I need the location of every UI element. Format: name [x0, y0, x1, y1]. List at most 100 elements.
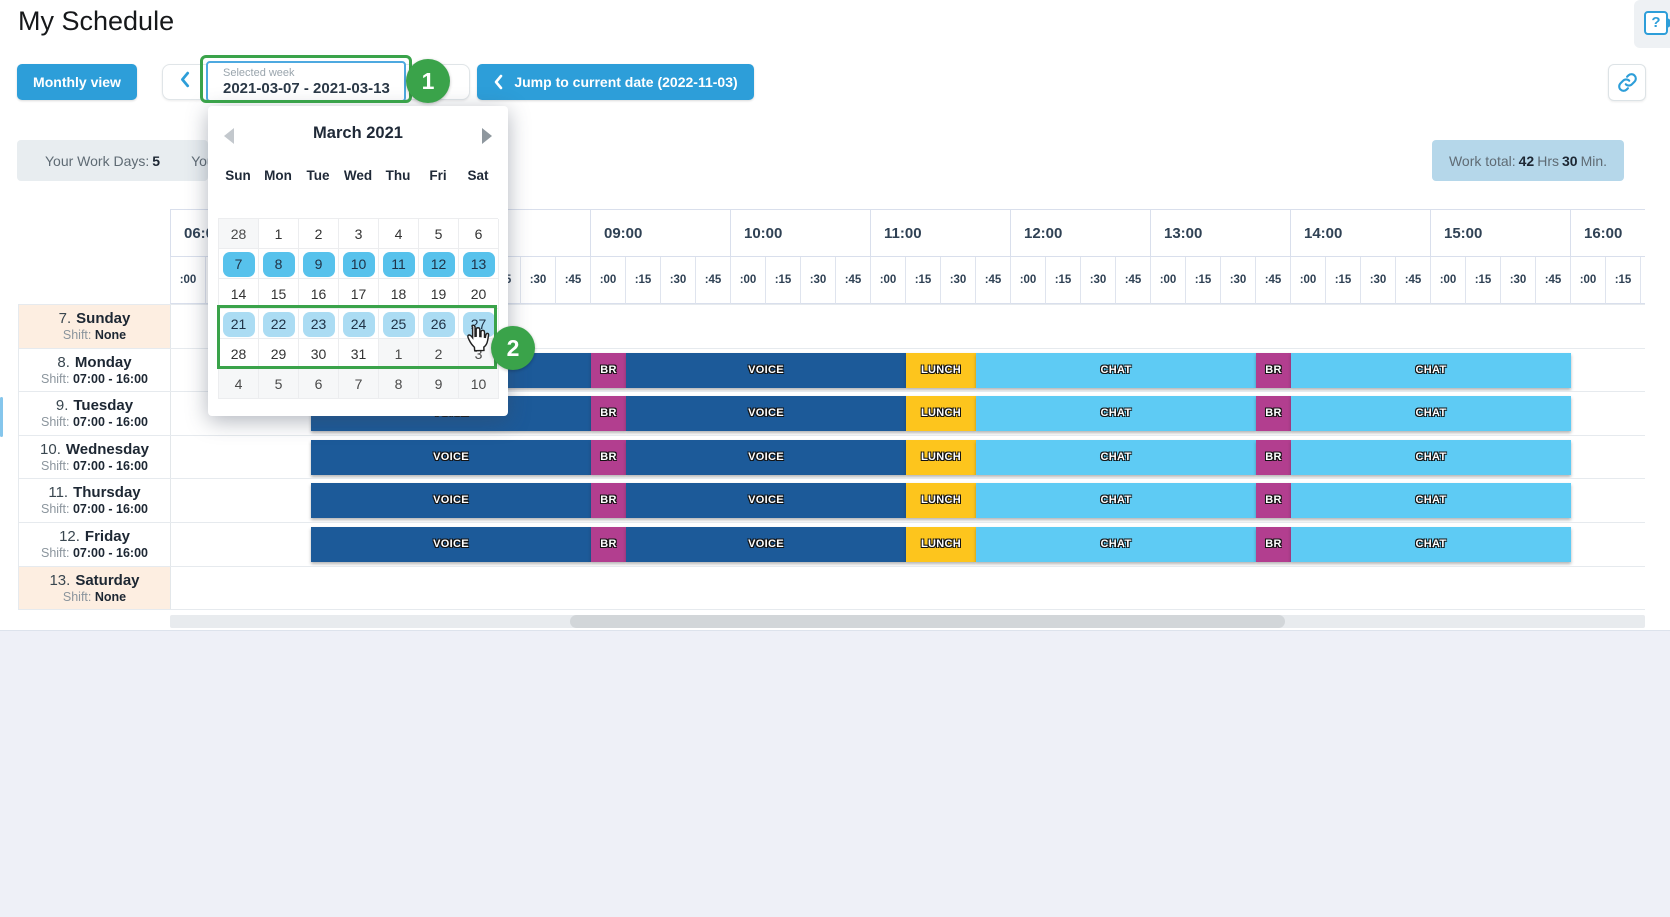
timeline-tick-cell: :00 — [1290, 257, 1325, 304]
row-day-number: 12. — [59, 528, 80, 545]
calendar-day[interactable]: 5 — [419, 219, 459, 249]
schedule-row-thursday: 11.ThursdayShift: 07:00 - 16:00VOICEBRVO… — [19, 479, 1645, 523]
calendar-day-selected: 7 — [223, 252, 255, 277]
timeline-hour-cell: 13:00 — [1150, 209, 1290, 257]
row-day-name: 7.Sunday — [19, 310, 170, 327]
row-day-number: 11. — [48, 484, 68, 501]
calendar-day[interactable]: 7 — [339, 369, 379, 399]
shift-segment-voice: VOICE — [626, 483, 906, 518]
row-day-number: 7. — [59, 310, 72, 327]
row-day-name: 13.Saturday — [19, 572, 170, 589]
calendar-day[interactable]: 13 — [459, 249, 499, 279]
calendar-day[interactable]: 28 — [219, 219, 259, 249]
row-label-thursday: 11.ThursdayShift: 07:00 - 16:00 — [19, 479, 171, 522]
calendar-day[interactable]: 8 — [259, 249, 299, 279]
row-day-label: Sunday — [76, 310, 130, 327]
calendar-day-selected: 12 — [423, 252, 455, 277]
calendar-day[interactable]: 2 — [299, 219, 339, 249]
timeline-tick-cell: :00 — [730, 257, 765, 304]
timeline-tick-cell: :15 — [625, 257, 660, 304]
shift-segment-voice: VOICE — [626, 440, 906, 475]
timeline-tick-cell: :00 — [590, 257, 625, 304]
page-background-area — [0, 630, 1670, 917]
copy-link-button[interactable] — [1608, 64, 1646, 101]
row-timeline-friday: VOICEBRVOICELUNCHCHATBRCHAT — [171, 523, 1646, 566]
timeline-tick-cell: :45 — [1255, 257, 1290, 304]
timeline-tick-cell: :15 — [765, 257, 800, 304]
row-day-name: 11.Thursday — [19, 484, 170, 501]
row-label-friday: 12.FridayShift: 07:00 - 16:00 — [19, 523, 171, 566]
row-shift-value: None — [95, 328, 126, 342]
shift-segment-chat: CHAT — [976, 483, 1256, 518]
calendar-dayname-wed: Wed — [338, 162, 378, 190]
shift-segment-chat: CHAT — [1291, 483, 1571, 518]
work-total-pill: Work total: 42 Hrs 30 Min. — [1432, 140, 1624, 181]
calendar-day[interactable]: 5 — [259, 369, 299, 399]
calendar-day[interactable]: 9 — [299, 249, 339, 279]
calendar-day[interactable]: 10 — [339, 249, 379, 279]
shift-segment-chat: CHAT — [1291, 396, 1571, 431]
help-button[interactable]: ? — [1634, 0, 1670, 48]
calendar-week-row: 28123456 — [219, 219, 498, 249]
calendar-day[interactable]: 4 — [379, 219, 419, 249]
row-label-monday: 8.MondayShift: 07:00 - 16:00 — [19, 349, 171, 392]
previous-week-button[interactable] — [164, 64, 204, 100]
page-title: My Schedule — [18, 6, 174, 37]
calendar-day[interactable]: 7 — [219, 249, 259, 279]
calendar-day[interactable]: 8 — [379, 369, 419, 399]
row-timeline-wednesday: VOICEBRVOICELUNCHCHATBRCHAT — [171, 436, 1646, 479]
calendar-day[interactable]: 9 — [419, 369, 459, 399]
timeline-tick-cell: :15 — [905, 257, 940, 304]
calendar-day[interactable]: 3 — [339, 219, 379, 249]
shift-segment-br: BR — [1256, 353, 1291, 388]
timeline-tick-cell: :30 — [1360, 257, 1395, 304]
shift-segment-lunch: LUNCH — [906, 396, 976, 431]
horizontal-scrollbar-thumb[interactable] — [570, 615, 1285, 628]
calendar-day[interactable]: 1 — [259, 219, 299, 249]
row-day-name: 8. Monday — [19, 354, 170, 371]
row-label-saturday: 13.SaturdayShift: None — [19, 567, 171, 610]
timeline-tick-cell: :30 — [940, 257, 975, 304]
horizontal-scrollbar-track[interactable] — [170, 615, 1645, 628]
row-day-label: Monday — [75, 354, 132, 371]
shift-segment-voice: VOICE — [626, 396, 906, 431]
row-shift-value: None — [95, 590, 126, 604]
calendar-day[interactable]: 10 — [459, 369, 499, 399]
vertical-scrollbar-thumb[interactable] — [0, 397, 3, 437]
timeline-tick-cell: :15 — [1605, 257, 1640, 304]
timeline-tick-cell: :45 — [975, 257, 1010, 304]
timeline-hour-cell: 12:00 — [1010, 209, 1150, 257]
timeline-hour-cell: 09:00 — [590, 209, 730, 257]
calendar-day-selected: 13 — [463, 252, 495, 277]
calendar-day-selected: 9 — [303, 252, 335, 277]
timeline-hour-cell: 16:00 — [1570, 209, 1645, 257]
calendar-day[interactable]: 6 — [459, 219, 499, 249]
row-day-name: 12.Friday — [19, 528, 170, 545]
shift-segment-chat: CHAT — [976, 396, 1256, 431]
row-shift-value: 07:00 - 16:00 — [73, 459, 148, 473]
calendar-next-month-icon[interactable] — [482, 128, 492, 144]
shift-segment-chat: CHAT — [1291, 527, 1571, 562]
calendar-month-title: March 2021 — [208, 124, 508, 143]
calendar-day[interactable]: 11 — [379, 249, 419, 279]
help-icon: ? — [1644, 11, 1668, 35]
calendar-day[interactable]: 6 — [299, 369, 339, 399]
timeline-tick-cell: :00 — [870, 257, 905, 304]
row-shift-info: Shift: None — [19, 590, 170, 604]
shift-segment-br: BR — [1256, 440, 1291, 475]
shift-segment-chat: CHAT — [976, 353, 1256, 388]
jump-to-current-date-button[interactable]: Jump to current date (2022-11-03) — [477, 64, 754, 100]
calendar-day[interactable]: 12 — [419, 249, 459, 279]
timeline-tick-cell: :15 — [1465, 257, 1500, 304]
calendar-day[interactable]: 4 — [219, 369, 259, 399]
row-label-tuesday: 9.TuesdayShift: 07:00 - 16:00 — [19, 392, 171, 435]
row-day-number: 8. — [57, 354, 70, 371]
row-timeline-thursday: VOICEBRVOICELUNCHCHATBRCHAT — [171, 479, 1646, 522]
monthly-view-button[interactable]: Monthly view — [17, 64, 137, 100]
shift-segment-br: BR — [1256, 527, 1291, 562]
row-day-number: 13. — [49, 572, 70, 589]
calendar-dayname-mon: Mon — [258, 162, 298, 190]
shift-segment-lunch: LUNCH — [906, 353, 976, 388]
shift-segment-br: BR — [591, 527, 626, 562]
shift-segment-voice: VOICE — [626, 527, 906, 562]
